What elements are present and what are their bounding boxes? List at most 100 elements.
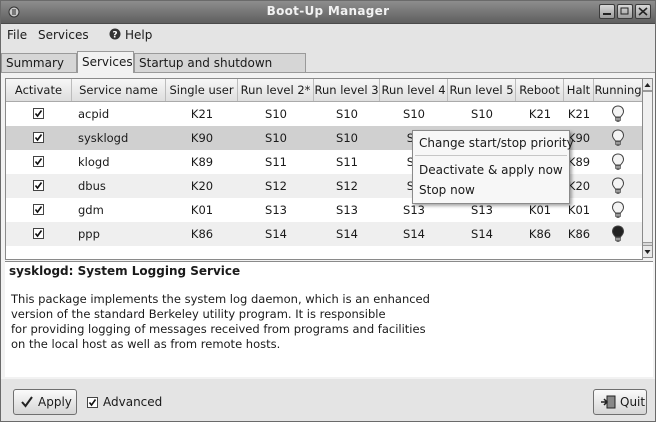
bulb-on-icon <box>611 225 625 243</box>
table-scrollbar[interactable] <box>642 78 653 258</box>
runlevel-cell: S14 <box>336 227 358 241</box>
menu-services[interactable]: Services <box>38 28 89 42</box>
scroll-down-arrow-icon[interactable] <box>643 245 652 257</box>
menu-help[interactable]: Help <box>125 28 152 42</box>
footer-bar: Apply Advanced Quit <box>1 379 655 421</box>
menu-item-stop-now[interactable]: Stop now <box>419 183 475 197</box>
runlevel-cell: S13 <box>265 203 287 217</box>
runlevel-cell: K86 <box>528 227 552 241</box>
table-row[interactable]: acpid K21 S10 S10 S10 S10 K21 K21 <box>6 102 642 126</box>
menu-item-deactivate-apply[interactable]: Deactivate & apply now <box>419 163 563 177</box>
runlevel-cell: K21 <box>528 107 552 121</box>
scrollbar-thumb[interactable] <box>643 91 652 243</box>
bulb-off-icon <box>611 105 625 123</box>
context-menu: Change start/stop priority Deactivate & … <box>412 130 574 204</box>
title-bar[interactable]: Boot-Up Manager <box>1 1 655 24</box>
runlevel-cell: K01 <box>190 203 214 217</box>
maximize-icon <box>620 7 629 15</box>
svg-text:?: ? <box>112 31 117 41</box>
tab-strip: Summary Services Startup and shutdown sc… <box>1 51 655 89</box>
col-run-level-3[interactable]: Run level 3 <box>314 79 380 101</box>
exit-door-icon <box>601 395 616 409</box>
window-title: Boot-Up Manager <box>266 4 390 18</box>
minimize-icon <box>603 13 611 15</box>
advanced-label: Advanced <box>103 395 163 409</box>
runlevel-cell: K86 <box>190 227 214 241</box>
minimize-button[interactable] <box>599 4 615 19</box>
menu-bar: File Services ? Help <box>1 24 655 46</box>
col-run-level-2[interactable]: Run level 2* <box>238 79 314 101</box>
runlevel-cell: S10 <box>265 107 287 121</box>
apply-label: Apply <box>38 395 72 409</box>
service-name-cell: klogd <box>78 155 110 169</box>
service-name-cell: dbus <box>78 179 106 193</box>
runlevel-cell: K21 <box>190 107 214 121</box>
col-reboot[interactable]: Reboot <box>516 79 564 101</box>
tab-services[interactable]: Services <box>77 51 134 73</box>
runlevel-cell: S10 <box>336 107 358 121</box>
close-icon <box>638 7 648 16</box>
apply-button[interactable]: Apply <box>13 389 77 415</box>
runlevel-cell: S12 <box>336 179 358 193</box>
table-row[interactable]: ppp K86 S14 S14 S14 S14 K86 K86 <box>6 222 642 246</box>
service-name-cell: acpid <box>78 107 110 121</box>
runlevel-cell: S10 <box>403 107 425 121</box>
runlevel-cell: S14 <box>471 227 493 241</box>
col-halt[interactable]: Halt <box>564 79 594 101</box>
runlevel-cell: S10 <box>336 131 358 145</box>
description-pane: sysklogd: System Logging Service This pa… <box>5 261 653 377</box>
bulb-off-icon <box>611 177 625 195</box>
runlevel-cell: S14 <box>403 227 425 241</box>
menu-separator <box>415 155 567 156</box>
runlevel-cell: S13 <box>336 203 358 217</box>
runlevel-cell: S12 <box>265 179 287 193</box>
checkmark-icon <box>21 396 33 408</box>
col-activate[interactable]: Activate <box>6 79 72 101</box>
activate-checkbox[interactable] <box>33 132 44 143</box>
description-line: on the local host as well as from remote… <box>11 337 281 351</box>
bulb-off-icon <box>611 129 625 147</box>
close-button[interactable] <box>635 4 651 19</box>
runlevel-cell: K90 <box>190 131 214 145</box>
col-run-level-4[interactable]: Run level 4 <box>380 79 448 101</box>
service-name-cell: ppp <box>78 227 100 241</box>
runlevel-cell: K89 <box>190 155 214 169</box>
runlevel-cell: K86 <box>567 227 591 241</box>
scroll-up-arrow-icon[interactable] <box>643 79 652 91</box>
activate-checkbox[interactable] <box>33 180 44 191</box>
advanced-checkbox[interactable] <box>87 397 98 408</box>
runlevel-cell: S14 <box>265 227 287 241</box>
description-line: for providing logging of messages receiv… <box>11 322 426 336</box>
maximize-button[interactable] <box>617 4 633 19</box>
bulb-off-icon <box>611 153 625 171</box>
menu-item-change-priority[interactable]: Change start/stop priority <box>419 136 574 150</box>
activate-checkbox[interactable] <box>33 108 44 119</box>
col-run-level-5[interactable]: Run level 5 <box>448 79 516 101</box>
runlevel-cell: S10 <box>265 131 287 145</box>
runlevel-cell: K20 <box>190 179 214 193</box>
service-name-cell: gdm <box>78 203 104 217</box>
runlevel-cell: S10 <box>471 107 493 121</box>
quit-button[interactable]: Quit <box>593 389 647 415</box>
quit-label: Quit <box>620 395 646 409</box>
tab-startup-shutdown-scripts[interactable]: Startup and shutdown scripts <box>134 53 306 89</box>
activate-checkbox[interactable] <box>33 156 44 167</box>
services-panel: Activate Service name Single user Run le… <box>1 72 655 379</box>
menu-help-icon[interactable]: ? <box>109 28 121 43</box>
col-running[interactable]: Running <box>594 79 642 101</box>
activate-checkbox[interactable] <box>33 228 44 239</box>
description-heading: sysklogd: System Logging Service <box>9 264 241 278</box>
table-header: Activate Service name Single user Run le… <box>6 79 642 102</box>
boot-up-manager-window: Boot-Up Manager File Services ? Help Sum… <box>0 0 656 422</box>
description-line: version of the standard Berkeley utility… <box>11 307 386 321</box>
activate-checkbox[interactable] <box>33 204 44 215</box>
runlevel-cell: S11 <box>336 155 358 169</box>
runlevel-cell: K21 <box>567 107 591 121</box>
menu-file[interactable]: File <box>7 28 27 42</box>
tab-summary[interactable]: Summary <box>1 53 77 72</box>
service-name-cell: sysklogd <box>78 131 129 145</box>
bulb-off-icon <box>611 201 625 219</box>
col-single-user[interactable]: Single user <box>166 79 238 101</box>
description-line: This package implements the system log d… <box>11 292 430 306</box>
col-service-name[interactable]: Service name <box>72 79 166 101</box>
